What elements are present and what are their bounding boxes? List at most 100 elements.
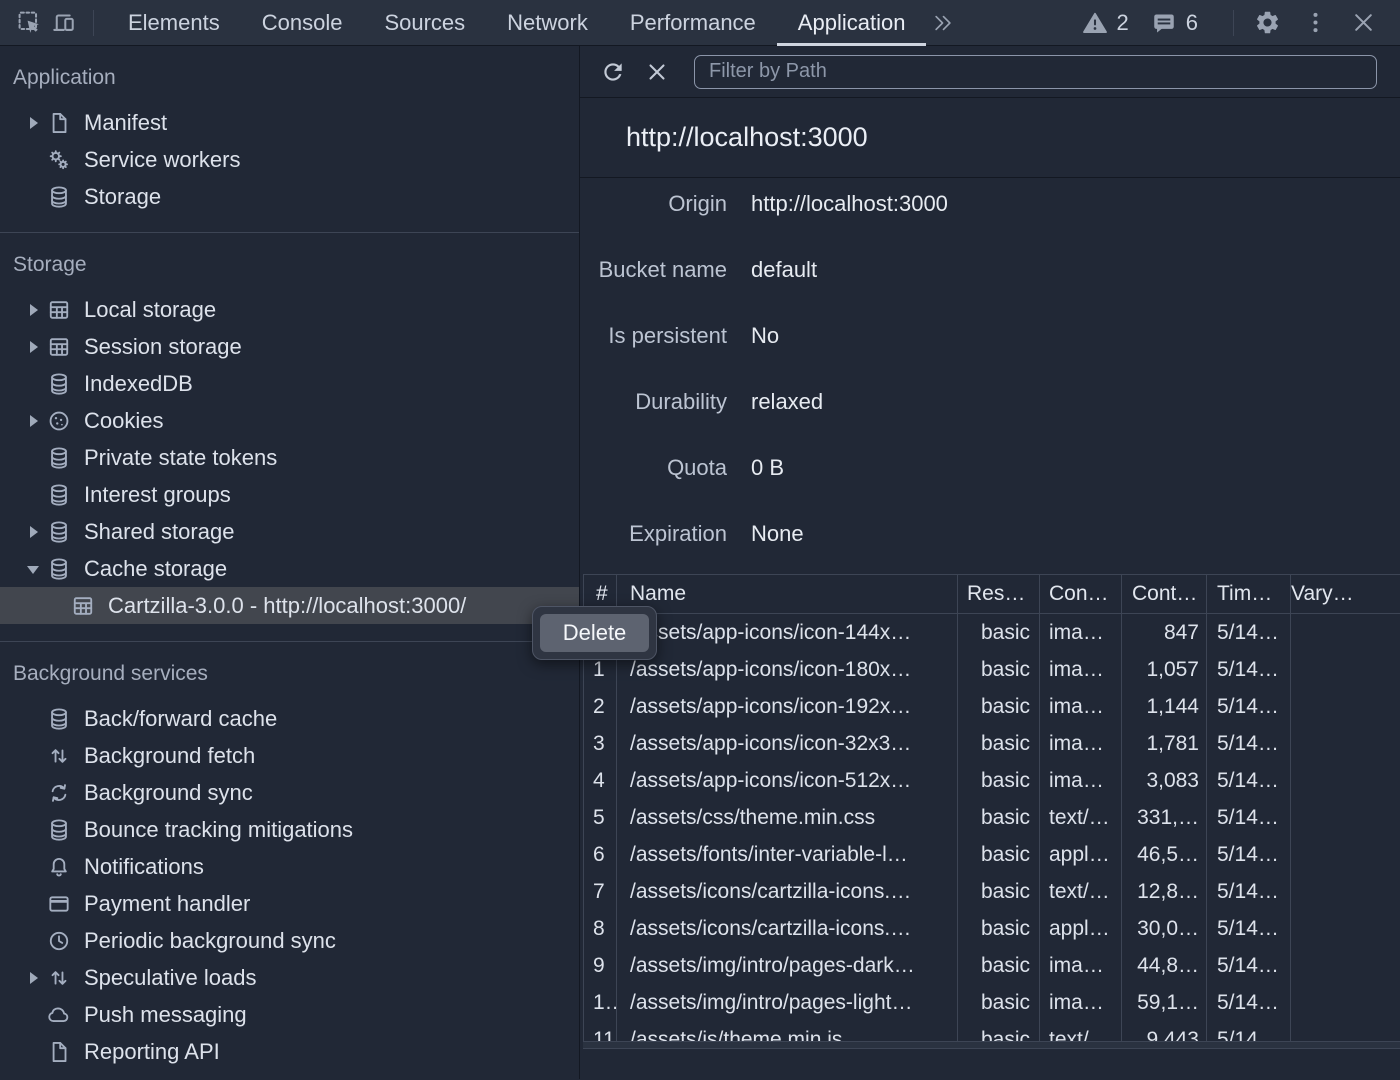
cell-tim: 5/14… bbox=[1207, 984, 1291, 1021]
cell-num: 3 bbox=[584, 725, 617, 762]
sidebar-item-back-forward-cache[interactable]: Back/forward cache bbox=[0, 700, 579, 737]
tab-elements[interactable]: Elements bbox=[107, 0, 241, 46]
device-toolbar-button[interactable] bbox=[46, 6, 80, 40]
cell-tim: 5/14… bbox=[1207, 836, 1291, 873]
context-menu-delete[interactable]: Delete bbox=[540, 614, 649, 652]
column-header-res[interactable]: Res… bbox=[958, 575, 1040, 613]
cache-details: Originhttp://localhost:3000Bucket namede… bbox=[580, 178, 1400, 574]
refresh-button[interactable] bbox=[596, 55, 630, 89]
table-row[interactable]: 6/assets/fonts/inter-variable-l…basicapp… bbox=[584, 836, 1400, 873]
cell-num: 1… bbox=[584, 984, 617, 1021]
sidebar-item-reporting-api[interactable]: Reporting API bbox=[0, 1033, 579, 1070]
expander-collapsed-icon[interactable] bbox=[26, 970, 42, 986]
cell-num: 9 bbox=[584, 947, 617, 984]
cell-res: basic bbox=[958, 1021, 1040, 1041]
table-row[interactable]: 9/assets/img/intro/pages-dark…basicima…4… bbox=[584, 947, 1400, 984]
cell-tim: 5/14… bbox=[1207, 1021, 1291, 1041]
expander-expanded-icon[interactable] bbox=[26, 561, 42, 577]
filter-by-path-input[interactable] bbox=[694, 55, 1377, 89]
tab-network[interactable]: Network bbox=[486, 0, 609, 46]
sidebar-item-storage[interactable]: Storage bbox=[0, 178, 579, 215]
tab-console[interactable]: Console bbox=[241, 0, 364, 46]
detail-label: Bucket name bbox=[580, 257, 727, 283]
detail-label: Expiration bbox=[580, 521, 727, 547]
cell-res: basic bbox=[958, 984, 1040, 1021]
table-row[interactable]: 1…/assets/img/intro/pages-light…basicima… bbox=[584, 984, 1400, 1021]
device-toolbar-icon bbox=[50, 9, 77, 36]
table-row[interactable]: 5/assets/css/theme.min.cssbasictext/…331… bbox=[584, 799, 1400, 836]
close-devtools-button[interactable] bbox=[1346, 6, 1380, 40]
sidebar-item-speculative-loads[interactable]: Speculative loads bbox=[0, 959, 579, 996]
sidebar-item-local-storage[interactable]: Local storage bbox=[0, 291, 579, 328]
cell-con: appl… bbox=[1040, 910, 1122, 947]
expander-collapsed-icon[interactable] bbox=[26, 413, 42, 429]
sidebar-item-push-messaging[interactable]: Push messaging bbox=[0, 996, 579, 1033]
expander-collapsed-icon[interactable] bbox=[26, 339, 42, 355]
cell-name: /assets/js/theme.min.js bbox=[617, 1021, 958, 1041]
sidebar-item-label: Background sync bbox=[84, 780, 253, 806]
database-icon bbox=[46, 706, 72, 732]
tab-sources[interactable]: Sources bbox=[363, 0, 486, 46]
sidebar-item-private-state-tokens[interactable]: Private state tokens bbox=[0, 439, 579, 476]
sidebar-item-background-fetch[interactable]: Background fetch bbox=[0, 737, 579, 774]
column-header-name[interactable]: Name bbox=[617, 575, 958, 613]
sidebar-item-cartzilla-3-0-0-http-localhost-3000[interactable]: Cartzilla-3.0.0 - http://localhost:3000/ bbox=[0, 587, 579, 624]
table-row[interactable]: 11/assets/js/theme.min.jsbasictext/…9,44… bbox=[584, 1021, 1400, 1041]
card-icon bbox=[46, 891, 72, 917]
cell-tim: 5/14… bbox=[1207, 947, 1291, 984]
sidebar-item-payment-handler[interactable]: Payment handler bbox=[0, 885, 579, 922]
settings-button[interactable] bbox=[1250, 6, 1284, 40]
warnings-badge[interactable]: 2 bbox=[1082, 10, 1129, 36]
cell-con: ima… bbox=[1040, 762, 1122, 799]
sidebar-section-application: ApplicationManifestService workersStorag… bbox=[0, 46, 579, 232]
kebab-menu-button[interactable] bbox=[1298, 6, 1332, 40]
expander-spacer bbox=[26, 933, 42, 949]
cell-tim: 5/14… bbox=[1207, 614, 1291, 651]
column-header-cont[interactable]: Cont… bbox=[1122, 575, 1207, 613]
toolbar-divider bbox=[1233, 10, 1234, 36]
sidebar-item-indexeddb[interactable]: IndexedDB bbox=[0, 365, 579, 402]
sidebar-item-periodic-background-sync[interactable]: Periodic background sync bbox=[0, 922, 579, 959]
table-row[interactable]: 7/assets/icons/cartzilla-icons.…basictex… bbox=[584, 873, 1400, 910]
sidebar-item-background-sync[interactable]: Background sync bbox=[0, 774, 579, 811]
sidebar-item-cookies[interactable]: Cookies bbox=[0, 402, 579, 439]
sidebar-item-cache-storage[interactable]: Cache storage bbox=[0, 550, 579, 587]
cloud-icon bbox=[46, 1002, 72, 1028]
horizontal-scrollbar[interactable] bbox=[583, 1041, 1400, 1049]
column-header-vary[interactable]: Vary… bbox=[1291, 575, 1400, 613]
sidebar-item-shared-storage[interactable]: Shared storage bbox=[0, 513, 579, 550]
table-row[interactable]: 0/assets/app-icons/icon-144x…basicima…84… bbox=[584, 614, 1400, 651]
table-row[interactable]: 3/assets/app-icons/icon-32x3…basicima…1,… bbox=[584, 725, 1400, 762]
table-row[interactable]: 8/assets/icons/cartzilla-icons.…basicapp… bbox=[584, 910, 1400, 947]
tab-application[interactable]: Application bbox=[777, 0, 927, 46]
cell-num: 11 bbox=[584, 1021, 617, 1041]
sidebar-item-label: Back/forward cache bbox=[84, 706, 277, 732]
sidebar-item-bounce-tracking-mitigations[interactable]: Bounce tracking mitigations bbox=[0, 811, 579, 848]
sidebar-item-service-workers[interactable]: Service workers bbox=[0, 141, 579, 178]
warning-count: 2 bbox=[1117, 10, 1129, 36]
clear-button[interactable] bbox=[640, 55, 674, 89]
tab-performance[interactable]: Performance bbox=[609, 0, 777, 46]
expander-collapsed-icon[interactable] bbox=[26, 524, 42, 540]
cell-num: 8 bbox=[584, 910, 617, 947]
sidebar-item-interest-groups[interactable]: Interest groups bbox=[0, 476, 579, 513]
cell-res: basic bbox=[958, 651, 1040, 688]
detail-row-expiration: ExpirationNone bbox=[580, 508, 1400, 574]
table-row[interactable]: 4/assets/app-icons/icon-512x…basicima…3,… bbox=[584, 762, 1400, 799]
sidebar-item-manifest[interactable]: Manifest bbox=[0, 104, 579, 141]
expander-spacer bbox=[26, 1044, 42, 1060]
updown-icon bbox=[46, 965, 72, 991]
messages-badge[interactable]: 6 bbox=[1151, 10, 1198, 36]
column-header-tim[interactable]: Tim… bbox=[1207, 575, 1291, 613]
table-row[interactable]: 1/assets/app-icons/icon-180x…basicima…1,… bbox=[584, 651, 1400, 688]
sidebar-item-session-storage[interactable]: Session storage bbox=[0, 328, 579, 365]
table-row[interactable]: 2/assets/app-icons/icon-192x…basicima…1,… bbox=[584, 688, 1400, 725]
column-header-con[interactable]: Con… bbox=[1040, 575, 1122, 613]
inspect-element-button[interactable] bbox=[12, 6, 46, 40]
cache-storage-panel: http://localhost:3000 Originhttp://local… bbox=[580, 46, 1400, 1079]
sidebar-item-notifications[interactable]: Notifications bbox=[0, 848, 579, 885]
expander-collapsed-icon[interactable] bbox=[26, 302, 42, 318]
more-tabs-button[interactable] bbox=[926, 6, 960, 40]
cell-res: basic bbox=[958, 873, 1040, 910]
expander-collapsed-icon[interactable] bbox=[26, 115, 42, 131]
